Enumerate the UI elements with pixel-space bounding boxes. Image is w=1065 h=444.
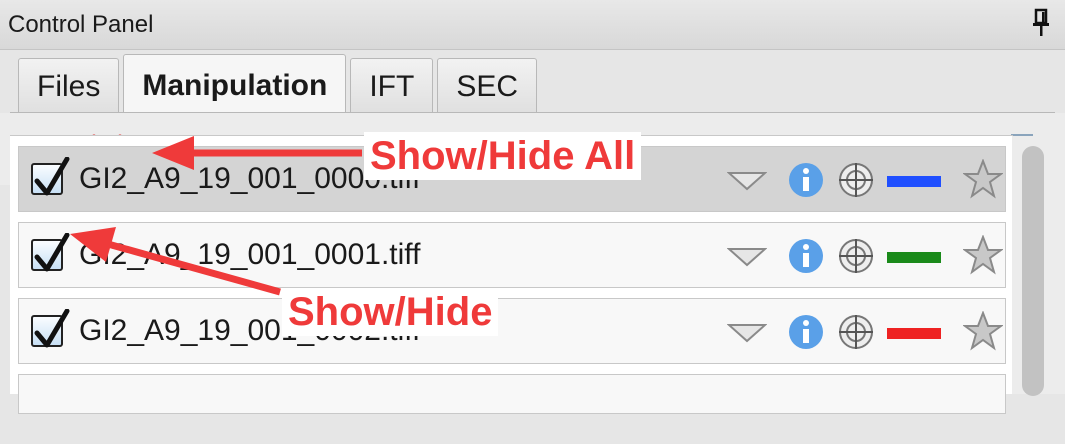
dropdown-icon[interactable] (726, 247, 768, 272)
star-icon[interactable] (961, 310, 1005, 356)
color-swatch[interactable] (887, 176, 941, 187)
visibility-checkbox[interactable] (31, 157, 70, 196)
info-icon[interactable] (787, 237, 825, 280)
annotation-show-hide-all: Show/Hide All (364, 132, 642, 180)
crosshair-icon[interactable] (837, 161, 875, 204)
info-icon[interactable] (787, 161, 825, 204)
star-icon[interactable] (961, 234, 1005, 280)
panel-title: Control Panel (8, 11, 154, 38)
file-name: GI2_A9_19_001_0001.tiff (79, 238, 421, 271)
tab-ift[interactable]: IFT (350, 58, 434, 112)
dropdown-icon[interactable] (726, 323, 768, 348)
crosshair-icon[interactable] (837, 313, 875, 356)
list-item[interactable]: GI2_A9_19_001_0002.tiff (18, 298, 1006, 364)
dropdown-icon[interactable] (726, 171, 768, 196)
star-icon[interactable] (961, 158, 1005, 204)
crosshair-icon[interactable] (837, 237, 875, 280)
list-item[interactable]: GI2_A9_19_001_0001.tiff (18, 222, 1006, 288)
tab-files[interactable]: Files (18, 58, 120, 112)
tab-sec[interactable]: SEC (437, 58, 538, 112)
tab-manipulation[interactable]: Manipulation (123, 54, 347, 114)
visibility-checkbox[interactable] (31, 309, 70, 348)
list-item[interactable] (18, 374, 1006, 414)
info-icon[interactable] (787, 313, 825, 356)
annotation-show-hide: Show/Hide (282, 288, 499, 336)
title-bar: Control Panel (0, 0, 1065, 50)
visibility-checkbox[interactable] (31, 233, 70, 272)
color-swatch[interactable] (887, 252, 941, 263)
color-swatch[interactable] (887, 328, 941, 339)
tab-bar: Files Manipulation IFT SEC (18, 54, 541, 114)
scroll-thumb[interactable] (1022, 146, 1044, 396)
scrollbar[interactable] (1012, 136, 1065, 396)
pin-icon[interactable] (1031, 8, 1051, 38)
